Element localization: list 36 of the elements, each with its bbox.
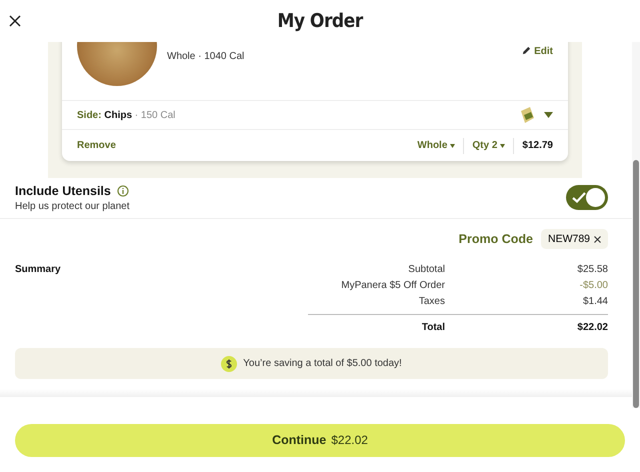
promo-code-chip[interactable]: NEW789 <box>540 229 608 249</box>
scrollbar-thumb[interactable] <box>633 160 639 408</box>
pencil-icon <box>522 46 532 55</box>
item-price: $12.79 <box>522 140 553 151</box>
summary-value: -$5.00 <box>578 280 608 291</box>
summary-value: $1.44 <box>582 296 608 307</box>
summary-title: Summary <box>15 264 62 277</box>
info-icon[interactable] <box>116 184 129 196</box>
utensils-subtitle: Help us protect our planet <box>15 200 131 212</box>
remove-link[interactable]: Remove <box>77 140 116 151</box>
checkmark-icon <box>572 192 586 203</box>
caret-icon <box>450 144 456 148</box>
size-dropdown[interactable]: Whole <box>417 140 456 151</box>
chips-bag-icon <box>518 106 536 124</box>
summary-value: $25.58 <box>576 264 608 275</box>
item-details: Whole · 1040 Cal <box>167 51 244 62</box>
utensils-title: Include Utensils <box>15 184 111 198</box>
dollar-icon <box>221 356 238 372</box>
continue-button[interactable]: Continue $22.02 <box>15 424 625 456</box>
caret-icon <box>500 144 506 148</box>
summary-label: MyPanera $5 Off Order <box>340 280 445 291</box>
page-title: My Order <box>277 10 363 32</box>
utensils-toggle[interactable] <box>566 185 608 210</box>
summary-value: $22.02 <box>445 314 608 333</box>
toggle-knob <box>586 188 605 207</box>
close-icon[interactable] <box>9 15 21 27</box>
quantity-dropdown[interactable]: Qty 2 <box>472 140 506 151</box>
caret-icon[interactable] <box>544 112 553 118</box>
close-icon[interactable] <box>594 236 601 242</box>
summary-label: Subtotal <box>407 264 445 275</box>
savings-text: You’re saving a total of $5.00 today! <box>243 358 402 369</box>
summary-label: Total <box>308 314 445 333</box>
summary-label: Taxes <box>418 296 445 307</box>
promo-code-label: Promo Code <box>458 232 533 246</box>
side-label: Side: Chips · 150 Cal <box>77 110 176 120</box>
edit-button[interactable]: Edit <box>522 46 553 60</box>
